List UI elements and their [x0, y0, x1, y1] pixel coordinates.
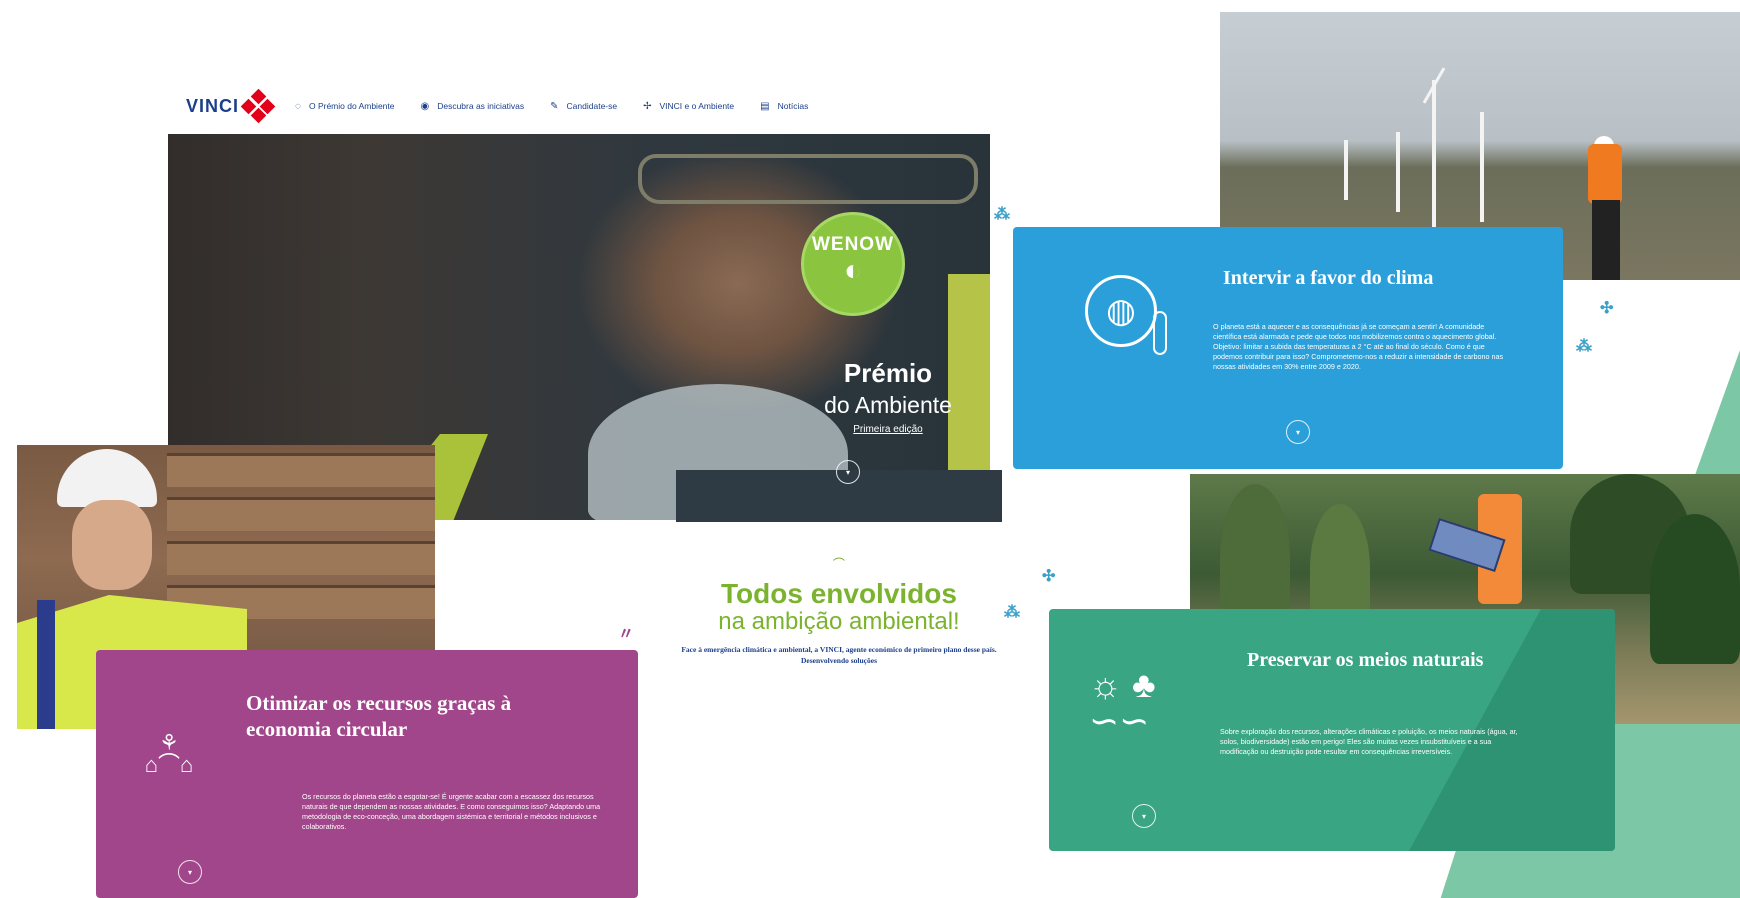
- megaphone-icon: ✎: [550, 100, 559, 112]
- nav-item-label: Candidate-se: [566, 101, 618, 111]
- logo-text: VINCI: [186, 95, 240, 116]
- tree: [1650, 514, 1740, 664]
- todos-heading-line1: Todos envolvidos: [721, 578, 957, 609]
- climate-card: ◍ Intervir a favor do clima O planeta es…: [1013, 227, 1563, 469]
- nav-item-noticias[interactable]: ▤ Notícias: [760, 101, 808, 112]
- wind-turbine: [1480, 112, 1484, 222]
- card-title: Otimizar os recursos graças à economia c…: [246, 691, 512, 741]
- vinci-logo[interactable]: VINCI: [186, 88, 276, 124]
- worker-face: [72, 500, 152, 590]
- wood-plank: [167, 541, 435, 575]
- wenow-badge: WENOW ◐: [801, 212, 905, 316]
- card-title: Intervir a favor do clima: [1223, 267, 1434, 289]
- leaf-icon: ⌒: [832, 557, 845, 571]
- card-text: Sobre exploração dos recursos, alteraçõe…: [1220, 727, 1518, 756]
- circular-economy-card: Otimizar os recursos graças à economia c…: [96, 650, 638, 898]
- nav-item-label: O Prémio do Ambiente: [308, 101, 395, 111]
- worker-vest: [1588, 144, 1622, 204]
- eye-icon: ◉: [420, 100, 430, 112]
- globe-thermometer-icon: ◍: [1085, 275, 1157, 347]
- card-text: O planeta está a aquecer e as consequênc…: [1213, 322, 1504, 371]
- worker-legs: [1592, 200, 1620, 280]
- sparkle-icon: ✣: [1042, 568, 1056, 585]
- thermometer-icon: [1153, 311, 1167, 355]
- globe-icon: ◐: [843, 254, 863, 287]
- logo-mark-icon: [240, 88, 276, 124]
- nav-item-label: Notícias: [777, 101, 809, 111]
- card-text: Os recursos do planeta estão a esgotar-s…: [302, 792, 601, 831]
- card-expand-button[interactable]: ▾: [1132, 804, 1156, 828]
- hero-edition-link[interactable]: Primeira edição: [808, 424, 968, 435]
- recycle-plant-icon: ⚘ ⌂⌒⌂: [144, 730, 194, 777]
- nav-item-vinci-ambiente[interactable]: ✢ VINCI e o Ambiente: [643, 101, 734, 112]
- nav-item-candidate[interactable]: ✎ Candidate-se: [550, 101, 617, 112]
- nature-landscape-icon: ☼ ♣ ∽∽: [1089, 664, 1156, 741]
- news-icon: ▤: [760, 100, 770, 112]
- nav-item-label: VINCI e o Ambiente: [659, 101, 735, 111]
- nav-item-premio[interactable]: ◌ O Prémio do Ambiente: [295, 101, 394, 112]
- card-title: Preservar os meios naturais: [1247, 649, 1484, 671]
- sparkle-icon: ✣: [1600, 300, 1614, 317]
- hero-scroll-button[interactable]: ▾: [836, 460, 860, 484]
- wenow-badge-text: WENOW: [811, 234, 895, 255]
- hero-photo-glasses: [638, 154, 978, 204]
- todos-body-text: Face à emergência climática e ambiental,…: [681, 645, 997, 665]
- nature-card: ☼ ♣ ∽∽ Preservar os meios naturais Sobre …: [1049, 609, 1615, 851]
- vest-strip: [37, 600, 55, 729]
- navbar: VINCI ◌ O Prémio do Ambiente ◉ Descubra …: [168, 78, 990, 134]
- nav-item-label: Descubra as iniciativas: [437, 101, 525, 111]
- wood-plank: [167, 497, 435, 531]
- chevron-down-icon: ▾: [187, 867, 192, 877]
- nav-menu: ◌ O Prémio do Ambiente ◉ Descubra as ini…: [295, 101, 808, 112]
- wind-turbine: [1344, 140, 1348, 200]
- todos-heading-line2: na ambição ambiental!: [718, 608, 960, 635]
- hard-hat: [57, 449, 157, 507]
- chevron-down-icon: ▾: [845, 467, 850, 477]
- sparkle-icon: ⁂: [994, 206, 1010, 223]
- hero-title-line2: do Ambiente: [824, 392, 952, 418]
- chevron-down-icon: ▾: [1141, 811, 1146, 821]
- todos-envolvidos-section: ⌒ Todos envolvidos na ambição ambiental!…: [676, 555, 1002, 675]
- lightbulb-icon: ◌: [295, 100, 301, 112]
- sparkle-icon: ⁂: [1004, 604, 1020, 621]
- hero-title-line1: Prémio: [843, 358, 933, 388]
- turbine-icon: ✢: [643, 100, 652, 112]
- card-expand-button[interactable]: ▾: [1286, 420, 1310, 444]
- chevron-down-icon: ▾: [1295, 427, 1300, 437]
- wind-turbine: [1432, 80, 1436, 230]
- wood-plank: [167, 453, 435, 487]
- card-expand-button[interactable]: ▾: [178, 860, 202, 884]
- sparkle-icon: 〃: [618, 626, 635, 643]
- nav-item-iniciativas[interactable]: ◉ Descubra as iniciativas: [420, 101, 524, 112]
- sparkle-icon: ⁂: [1576, 338, 1592, 355]
- wind-turbine: [1396, 132, 1400, 212]
